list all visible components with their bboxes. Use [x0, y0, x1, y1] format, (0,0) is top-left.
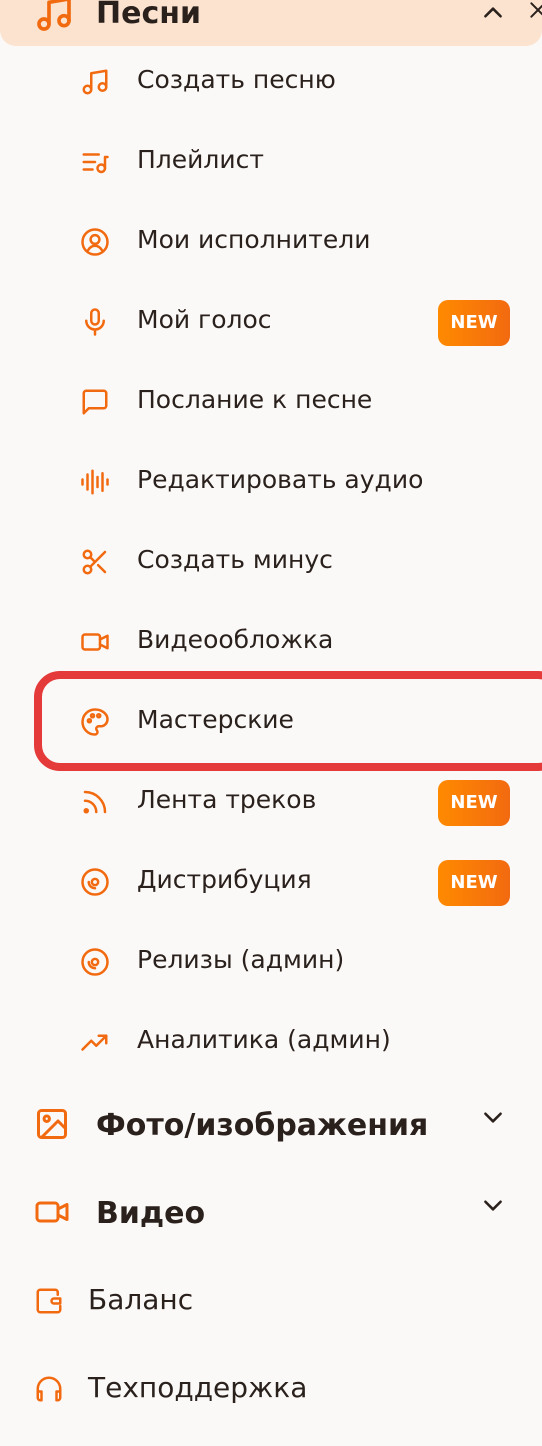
chevron-down-icon[interactable] [480, 1192, 506, 1218]
trending-up-icon [80, 1027, 110, 1057]
music-notes-icon [34, 0, 74, 34]
sidebar-item-label: Релизы (админ) [137, 945, 345, 974]
sidebar-item-video[interactable]: Видео [0, 1172, 542, 1256]
playlist-icon [80, 147, 110, 177]
sidebar-item-track-feed[interactable]: Лента треков NEW [0, 760, 542, 840]
sidebar-item-photos[interactable]: Фото/изображения [0, 1084, 542, 1168]
photos-section-title: Фото/изображения [96, 1108, 429, 1143]
sidebar-item-analytics-admin[interactable]: Аналитика (админ) [0, 1000, 542, 1080]
user-circle-icon [80, 227, 110, 257]
new-badge: NEW [438, 300, 510, 346]
chevron-down-icon[interactable] [480, 1104, 506, 1130]
sidebar-item-label: Мой голос [137, 305, 272, 334]
sidebar-item-create-minus[interactable]: Создать минус [0, 520, 542, 600]
disc-icon [80, 867, 110, 897]
sidebar-item-my-voice[interactable]: Мой голос NEW [0, 280, 542, 360]
close-icon[interactable] [528, 0, 542, 20]
sidebar-item-edit-audio[interactable]: Редактировать аудио [0, 440, 542, 520]
sidebar-item-balance[interactable]: Баланс [0, 1264, 542, 1344]
sidebar-item-label: Мастерские [137, 705, 294, 734]
headphones-icon [34, 1374, 64, 1404]
sidebar-item-label: Аналитика (админ) [137, 1025, 391, 1054]
microphone-icon [80, 307, 110, 337]
sidebar-item-label: Техподдержка [88, 1371, 308, 1404]
palette-icon [80, 707, 110, 737]
sidebar-item-label: Мои исполнители [137, 225, 371, 254]
sidebar-item-support[interactable]: Техподдержка [0, 1352, 542, 1432]
sidebar-item-label: Баланс [88, 1283, 194, 1316]
sidebar-item-playlist[interactable]: Плейлист [0, 120, 542, 200]
sidebar-item-label: Видеообложка [137, 625, 334, 654]
video-camera-icon [34, 1194, 70, 1230]
audio-waveform-icon [80, 467, 110, 497]
sidebar-menu: Песни Создать песню Плейлист Мои исполни… [0, 0, 542, 1446]
disc-icon [80, 947, 110, 977]
scissors-icon [80, 547, 110, 577]
sidebar-item-create-song[interactable]: Создать песню [0, 40, 542, 120]
video-camera-icon [80, 627, 110, 657]
video-section-title: Видео [96, 1196, 206, 1231]
sidebar-item-label: Редактировать аудио [137, 465, 424, 494]
sidebar-item-label: Дистрибуция [137, 865, 312, 894]
sidebar-item-releases-admin[interactable]: Релизы (админ) [0, 920, 542, 1000]
chevron-up-icon[interactable] [480, 0, 506, 26]
sidebar-item-label: Создать песню [137, 65, 336, 94]
sidebar-item-label: Плейлист [137, 145, 264, 174]
sidebar-item-label: Создать минус [137, 545, 333, 574]
new-badge: NEW [438, 780, 510, 826]
sidebar-item-my-artists[interactable]: Мои исполнители [0, 200, 542, 280]
sidebar-item-distribution[interactable]: Дистрибуция NEW [0, 840, 542, 920]
sidebar-item-song-message[interactable]: Послание к песне [0, 360, 542, 440]
new-badge: NEW [438, 860, 510, 906]
songs-section-title: Песни [96, 0, 201, 31]
sidebar-item-label: Лента треков [137, 785, 317, 814]
rss-feed-icon [80, 787, 110, 817]
image-icon [34, 1106, 70, 1142]
message-square-icon [80, 387, 110, 417]
sidebar-item-label: Послание к песне [137, 385, 373, 414]
sidebar-item-workshops[interactable]: Мастерские [0, 680, 542, 760]
wallet-icon [34, 1286, 64, 1316]
sidebar-item-video-cover[interactable]: Видеообложка [0, 600, 542, 680]
music-note-icon [80, 67, 110, 97]
